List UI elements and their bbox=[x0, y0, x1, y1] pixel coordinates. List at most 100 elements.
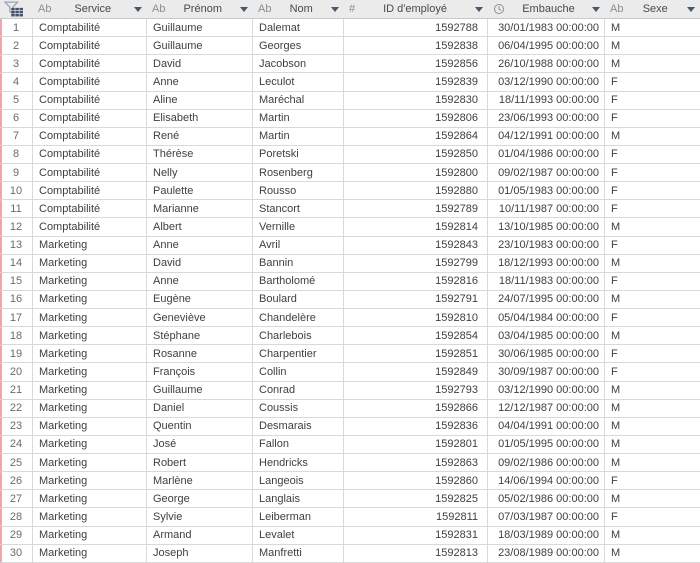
cell-nom[interactable]: Charlebois bbox=[253, 327, 344, 346]
text-type-icon[interactable]: Ab bbox=[152, 3, 165, 15]
cell-sexe[interactable]: M bbox=[605, 490, 700, 509]
cell-service[interactable]: Marketing bbox=[33, 399, 147, 418]
cell-id[interactable]: 1592789 bbox=[344, 200, 488, 219]
cell-sexe[interactable]: M bbox=[605, 400, 700, 418]
cell-sexe[interactable]: M bbox=[605, 454, 700, 473]
cell-nom[interactable]: Leculot bbox=[253, 73, 344, 92]
cell-prenom[interactable]: Marlène bbox=[147, 472, 253, 491]
filter-dropdown-arrow[interactable] bbox=[134, 7, 142, 12]
cell-id[interactable]: 1592866 bbox=[344, 399, 488, 418]
cell-embauche[interactable]: 03/12/1990 00:00:00 bbox=[488, 381, 605, 400]
cell-sexe[interactable]: F bbox=[605, 508, 700, 527]
cell-sexe[interactable]: M bbox=[605, 527, 700, 545]
cell-embauche[interactable]: 30/01/1983 00:00:00 bbox=[488, 19, 605, 38]
filter-dropdown-arrow[interactable] bbox=[475, 7, 483, 12]
cell-service[interactable]: Comptabilité bbox=[33, 37, 147, 56]
cell-prenom[interactable]: Albert bbox=[147, 218, 253, 237]
cell-sexe[interactable]: F bbox=[605, 363, 700, 382]
cell-embauche[interactable]: 04/04/1991 00:00:00 bbox=[488, 417, 605, 436]
cell-id[interactable]: 1592851 bbox=[344, 345, 488, 364]
cell-prenom[interactable]: Elisabeth bbox=[147, 109, 253, 128]
column-header-embauche[interactable]: Embauche bbox=[488, 0, 605, 18]
cell-id[interactable]: 1592830 bbox=[344, 91, 488, 110]
cell-nom[interactable]: Maréchal bbox=[253, 91, 344, 110]
cell-id[interactable]: 1592856 bbox=[344, 55, 488, 74]
cell-embauche[interactable]: 18/11/1983 00:00:00 bbox=[488, 272, 605, 291]
cell-nom[interactable]: Georges bbox=[253, 37, 344, 56]
cell-nom[interactable]: Fallon bbox=[253, 435, 344, 454]
column-header-sexe[interactable]: Ab Sexe bbox=[605, 0, 700, 18]
cell-embauche[interactable]: 18/03/1989 00:00:00 bbox=[488, 526, 605, 545]
cell-service[interactable]: Marketing bbox=[33, 290, 147, 309]
cell-id[interactable]: 1592838 bbox=[344, 37, 488, 56]
cell-nom[interactable]: Coussis bbox=[253, 399, 344, 418]
cell-sexe[interactable]: M bbox=[605, 436, 700, 454]
cell-id[interactable]: 1592836 bbox=[344, 417, 488, 436]
table-menu-button[interactable] bbox=[0, 0, 33, 18]
filter-dropdown-arrow[interactable] bbox=[592, 7, 600, 12]
cell-sexe[interactable]: M bbox=[605, 545, 700, 563]
cell-embauche[interactable]: 24/07/1995 00:00:00 bbox=[488, 290, 605, 309]
cell-embauche[interactable]: 14/06/1994 00:00:00 bbox=[488, 472, 605, 491]
cell-prenom[interactable]: Eugène bbox=[147, 290, 253, 309]
column-header-nom[interactable]: Ab Nom bbox=[253, 0, 344, 18]
cell-prenom[interactable]: Guillaume bbox=[147, 37, 253, 56]
cell-prenom[interactable]: Guillaume bbox=[147, 19, 253, 38]
cell-sexe[interactable]: F bbox=[605, 309, 700, 328]
cell-sexe[interactable]: M bbox=[605, 19, 700, 38]
cell-service[interactable]: Marketing bbox=[33, 236, 147, 255]
cell-service[interactable]: Comptabilité bbox=[33, 200, 147, 219]
datetime-type-icon[interactable] bbox=[493, 3, 505, 15]
cell-embauche[interactable]: 01/05/1995 00:00:00 bbox=[488, 435, 605, 454]
cell-nom[interactable]: Boulard bbox=[253, 290, 344, 309]
cell-embauche[interactable]: 03/12/1990 00:00:00 bbox=[488, 73, 605, 92]
cell-service[interactable]: Marketing bbox=[33, 417, 147, 436]
cell-sexe[interactable]: M bbox=[605, 37, 700, 56]
column-header-id[interactable]: # ID d'employé bbox=[344, 0, 488, 18]
cell-id[interactable]: 1592801 bbox=[344, 435, 488, 454]
cell-id[interactable]: 1592864 bbox=[344, 127, 488, 146]
cell-id[interactable]: 1592806 bbox=[344, 109, 488, 128]
cell-prenom[interactable]: George bbox=[147, 490, 253, 509]
cell-nom[interactable]: Poretski bbox=[253, 145, 344, 164]
cell-embauche[interactable]: 06/04/1995 00:00:00 bbox=[488, 37, 605, 56]
cell-service[interactable]: Marketing bbox=[33, 272, 147, 291]
cell-id[interactable]: 1592860 bbox=[344, 472, 488, 491]
cell-id[interactable]: 1592791 bbox=[344, 290, 488, 309]
cell-nom[interactable]: Langlais bbox=[253, 490, 344, 509]
cell-service[interactable]: Comptabilité bbox=[33, 109, 147, 128]
cell-nom[interactable]: Vernille bbox=[253, 218, 344, 237]
cell-id[interactable]: 1592850 bbox=[344, 145, 488, 164]
cell-prenom[interactable]: Guillaume bbox=[147, 381, 253, 400]
cell-sexe[interactable]: F bbox=[605, 472, 700, 491]
cell-service[interactable]: Comptabilité bbox=[33, 127, 147, 146]
cell-sexe[interactable]: M bbox=[605, 418, 700, 436]
cell-embauche[interactable]: 03/04/1985 00:00:00 bbox=[488, 327, 605, 346]
cell-embauche[interactable]: 04/12/1991 00:00:00 bbox=[488, 127, 605, 146]
filter-dropdown-arrow[interactable] bbox=[687, 7, 695, 12]
cell-prenom[interactable]: David bbox=[147, 254, 253, 273]
cell-prenom[interactable]: Anne bbox=[147, 73, 253, 92]
cell-nom[interactable]: Bartholomé bbox=[253, 272, 344, 291]
cell-sexe[interactable]: M bbox=[605, 55, 700, 74]
cell-service[interactable]: Comptabilité bbox=[33, 55, 147, 74]
cell-nom[interactable]: Langeois bbox=[253, 472, 344, 491]
cell-id[interactable]: 1592831 bbox=[344, 526, 488, 545]
cell-service[interactable]: Marketing bbox=[33, 254, 147, 273]
cell-id[interactable]: 1592814 bbox=[344, 218, 488, 237]
cell-sexe[interactable]: F bbox=[605, 273, 700, 291]
cell-nom[interactable]: Stancort bbox=[253, 200, 344, 219]
cell-id[interactable]: 1592811 bbox=[344, 508, 488, 527]
cell-prenom[interactable]: Anne bbox=[147, 272, 253, 291]
cell-prenom[interactable]: Paulette bbox=[147, 182, 253, 201]
cell-id[interactable]: 1592839 bbox=[344, 73, 488, 92]
column-header-prenom[interactable]: Ab Prénom bbox=[147, 0, 253, 18]
cell-sexe[interactable]: F bbox=[605, 110, 700, 128]
cell-id[interactable]: 1592825 bbox=[344, 490, 488, 509]
cell-nom[interactable]: Chandelère bbox=[253, 309, 344, 328]
cell-embauche[interactable]: 05/02/1986 00:00:00 bbox=[488, 490, 605, 509]
cell-prenom[interactable]: Daniel bbox=[147, 399, 253, 418]
cell-embauche[interactable]: 07/03/1987 00:00:00 bbox=[488, 508, 605, 527]
text-type-icon[interactable]: Ab bbox=[610, 3, 623, 15]
cell-embauche[interactable]: 18/11/1993 00:00:00 bbox=[488, 91, 605, 110]
